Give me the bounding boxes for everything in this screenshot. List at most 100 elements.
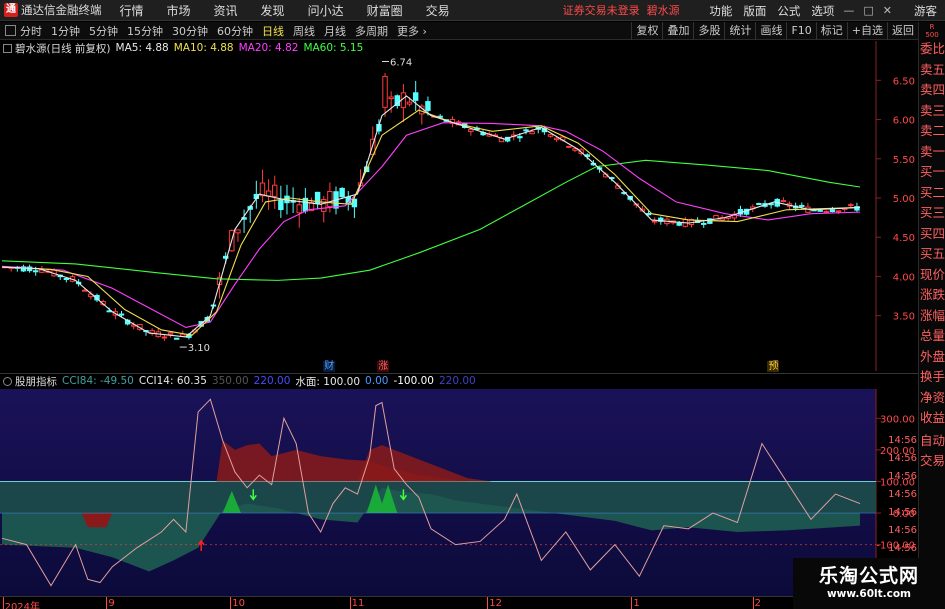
login-status[interactable]: 证券交易未登录 碧水源 [563, 2, 680, 18]
tab-more[interactable]: 更多 › [397, 23, 427, 39]
close-icon[interactable]: ✕ [883, 4, 892, 17]
candle-body [327, 190, 333, 208]
candle-body [756, 203, 762, 206]
menu-gongneng[interactable]: 功能 [709, 3, 732, 19]
menu-zixun[interactable]: 资讯 [214, 2, 238, 19]
price-tick-label: 5.50 [893, 155, 915, 166]
water-label: 水面: 100.00 [295, 375, 361, 388]
candle-body [82, 289, 88, 292]
indicator-chart[interactable]: 300.00200.00100.000.00-100.00-200.0014:5… [0, 389, 918, 596]
indicator-tick-label: 300.00 [880, 414, 915, 425]
chevron-right-icon: › [422, 24, 427, 38]
fuquan-button[interactable]: 复权 [631, 22, 662, 40]
candle-body [33, 270, 39, 273]
tab-fenshi[interactable]: 分时 [20, 23, 42, 39]
candle-body [321, 198, 327, 212]
tab-1min[interactable]: 1分钟 [51, 23, 80, 39]
candle-body [817, 209, 823, 212]
mark-button[interactable]: 标记 [815, 22, 847, 40]
quote-label: 外盘 [920, 348, 945, 364]
r500-badge[interactable]: R 500 [919, 23, 945, 39]
quote-label: 涨幅 [920, 307, 945, 323]
main-chart-square-icon[interactable] [3, 43, 12, 53]
f10-button[interactable]: F10 [786, 22, 815, 40]
candle-body [651, 220, 658, 223]
date-tick-line [631, 597, 633, 609]
candle-body [167, 332, 174, 335]
tab-30min[interactable]: 30分钟 [172, 23, 208, 39]
quote-label: 现价 [920, 266, 945, 282]
tab-multi-period[interactable]: 多周期 [355, 23, 388, 39]
menu-wenxiaoda[interactable]: 问小达 [308, 2, 344, 19]
candle-body [382, 75, 388, 108]
drawing-button[interactable]: 画线 [755, 22, 786, 40]
minimize-icon[interactable]: — [843, 4, 854, 17]
date-tick: 11 [351, 598, 365, 609]
quote-label: 委比 [920, 41, 945, 56]
guest-user[interactable]: 游客 [914, 3, 937, 19]
app-logo-icon: 通 [4, 3, 18, 17]
toolbar-square-icon[interactable] [5, 25, 16, 36]
quote-label: 涨跌 [920, 287, 945, 302]
candle-body [829, 209, 836, 213]
price-tick-label: 6.50 [893, 76, 915, 87]
date-tick-line [752, 597, 754, 609]
watermark-title: 乐淘公式网 [818, 565, 919, 587]
price-tick-label: 4.00 [893, 272, 915, 283]
main-legend: 碧水源(日线 前复权) MA5: 4.88 MA10: 4.88 MA20: 4… [0, 41, 368, 55]
quote-label: 卖五 [920, 61, 945, 77]
menu-faxian[interactable]: 发现 [261, 2, 285, 19]
back-button[interactable]: 返回 [887, 22, 918, 40]
date-tick-line [2, 597, 4, 609]
quote-label: 换手 [920, 369, 945, 384]
level220b-label: 220.00 [438, 375, 476, 387]
chart-title: 碧水源(日线 前复权) [15, 42, 111, 55]
ma20-label: MA20: 4.82 [238, 42, 299, 54]
menu-caifuquan[interactable]: 财富圈 [367, 2, 403, 19]
trade-label[interactable]: 交易 [919, 451, 945, 472]
tab-monthly[interactable]: 月线 [324, 23, 346, 39]
menu-jiaoyi[interactable]: 交易 [426, 2, 450, 19]
candle-body [547, 134, 554, 137]
candle-body [339, 187, 345, 198]
candle-body [701, 222, 707, 225]
date-tick-line [230, 597, 232, 609]
multi-stock-button[interactable]: 多股 [693, 22, 724, 40]
menu-hangqing[interactable]: 行情 [120, 2, 144, 19]
candlestick-chart[interactable]: 3.50 4.00 4.50 5.00 5.50 6.00 6.50 6.74 3.10 [0, 41, 918, 371]
price-tick-label: 6.00 [893, 116, 915, 127]
menu-shichang[interactable]: 市场 [167, 2, 191, 19]
event-marker[interactable]: 涨 [377, 361, 390, 372]
menu-banmian[interactable]: 版面 [743, 3, 766, 19]
price-tick-label: 5.00 [893, 194, 915, 205]
tab-weekly[interactable]: 周线 [293, 23, 315, 39]
menu-xuanxiang[interactable]: 选项 [811, 3, 834, 19]
main-chart-bg [0, 41, 918, 371]
tab-15min[interactable]: 15分钟 [127, 23, 163, 39]
right-menu: 功能 版面 公式 选项 — □ ✕ 游客 [698, 0, 945, 21]
time-label: 14:56 [888, 507, 917, 518]
statistics-button[interactable]: 统计 [724, 22, 755, 40]
quote-label: 买三 [920, 205, 945, 220]
add-watchlist-button[interactable]: +自选 [846, 22, 887, 40]
tab-5min[interactable]: 5分钟 [89, 23, 118, 39]
auto-label[interactable]: 自动 [919, 431, 945, 452]
overlay-button[interactable]: 叠加 [662, 22, 693, 40]
level220-label: 220.00 [253, 375, 291, 387]
maximize-icon[interactable]: □ [863, 4, 873, 17]
candle-body [296, 204, 302, 214]
watermark-url: www.60lt.com [826, 588, 911, 600]
time-label: 14:56 [888, 525, 917, 536]
price-tick-label: 4.50 [893, 233, 915, 244]
event-marker[interactable]: 财 [323, 361, 336, 372]
tab-60min[interactable]: 60分钟 [217, 23, 253, 39]
indicator-dot-icon[interactable] [3, 376, 12, 386]
toolbar-right: 复权 叠加 多股 统计 画线 F10 标记 +自选 返回 [631, 22, 918, 40]
date-tick-line [349, 597, 351, 609]
menu-gongshi[interactable]: 公式 [777, 3, 800, 19]
cci84-label: CCI84: -49.50 [62, 375, 134, 387]
tab-daily[interactable]: 日线 [262, 23, 284, 39]
app-title: 通达信金融终端 [21, 3, 102, 17]
event-marker[interactable]: 预 [767, 361, 780, 372]
quote-labels: 委比 卖五 卖四 卖三 卖二 卖一 买一 买二 买三 买四 买五 现价 涨跌 涨幅 总量 外盘 换手 净资 收益 [919, 39, 945, 429]
